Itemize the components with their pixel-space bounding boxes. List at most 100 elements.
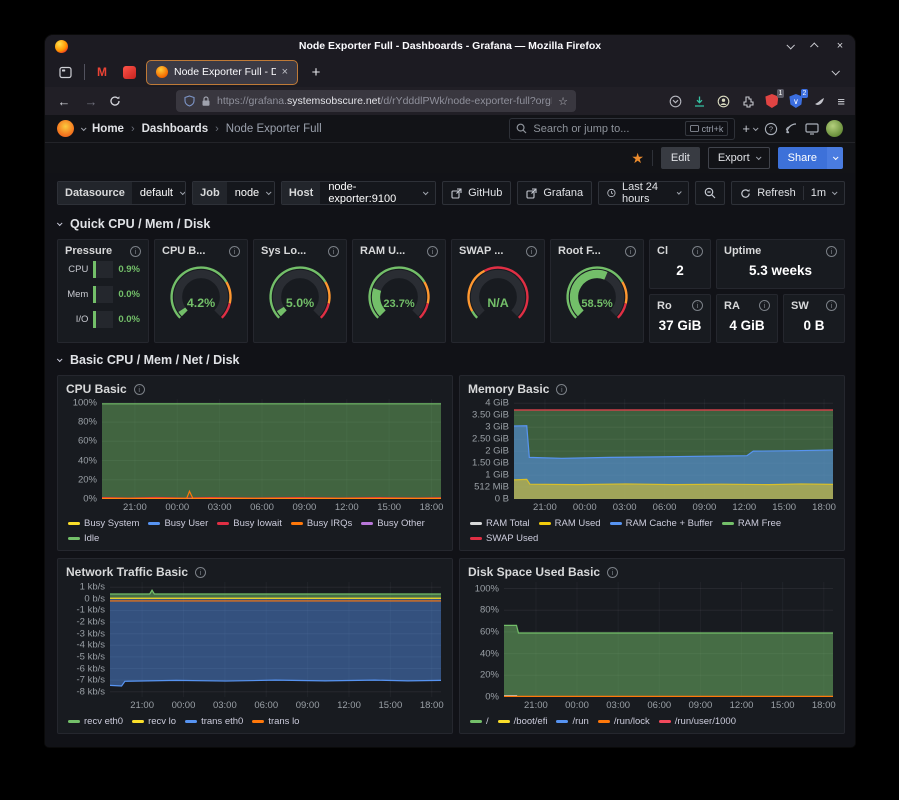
legend-item[interactable]: Busy IRQs (291, 516, 352, 531)
mega-menu-chevron-icon[interactable] (81, 125, 87, 131)
display-button[interactable] (805, 123, 819, 135)
section-quick-cpu-mem-disk[interactable]: Quick CPU / Mem / Disk (57, 217, 845, 231)
datasource-variable[interactable]: Datasource default (57, 181, 186, 205)
panel-swap-total[interactable]: SWi 0 B (783, 294, 845, 344)
info-icon[interactable]: i (526, 246, 537, 257)
legend-item[interactable]: /boot/efi (498, 714, 548, 729)
info-icon[interactable]: i (692, 300, 703, 311)
time-range-picker[interactable]: Last 24 hours (598, 181, 689, 205)
firefox-view-button[interactable] (53, 61, 77, 83)
export-button[interactable]: Export (708, 147, 770, 169)
legend-item[interactable]: recv eth0 (68, 714, 123, 729)
info-icon[interactable]: i (130, 246, 141, 257)
breadcrumb-home[interactable]: Home (92, 123, 124, 135)
legend-item[interactable]: Busy User (148, 516, 208, 531)
downloads-icon[interactable] (693, 95, 706, 108)
panel-pressure[interactable]: Pressurei CPU 0.9% Mem 0.0% I/O (57, 239, 149, 343)
plot-area[interactable] (504, 582, 833, 697)
reload-button[interactable] (109, 95, 127, 107)
pinned-tab-gmail[interactable]: M (92, 61, 112, 83)
legend-item[interactable]: / (470, 714, 489, 729)
search-input[interactable]: Search or jump to... ctrl+k (509, 118, 735, 140)
legend-item[interactable]: trans lo (252, 714, 299, 729)
panel-cpu-basic[interactable]: CPU Basici 100%80%60%40%20%0% 21:0000:00… (57, 375, 453, 551)
info-icon[interactable]: i (328, 246, 339, 257)
active-tab[interactable]: Node Exporter Full - Dashbo × (146, 60, 298, 85)
info-icon[interactable]: i (625, 246, 636, 257)
help-button[interactable]: ? (764, 122, 778, 136)
github-link-button[interactable]: GitHub (442, 181, 511, 205)
new-tab-button[interactable]: + (305, 64, 327, 81)
info-icon[interactable]: i (826, 246, 837, 257)
plot-area[interactable] (514, 399, 833, 499)
plot-area[interactable] (110, 582, 441, 697)
legend-item[interactable]: RAM Used (539, 516, 601, 531)
minimize-button[interactable] (785, 41, 795, 51)
panel-cpu-busy[interactable]: CPU B...i 4.2% (154, 239, 248, 343)
close-button[interactable]: × (835, 41, 845, 51)
forward-button[interactable]: → (82, 94, 100, 109)
news-button[interactable] (785, 122, 798, 135)
legend-item[interactable]: Idle (68, 531, 99, 546)
pocket-icon[interactable] (669, 95, 682, 108)
panel-cpu-cores[interactable]: Cli 2 (649, 239, 711, 289)
host-value[interactable]: node-exporter:9100 (320, 182, 435, 204)
legend-item[interactable]: SWAP Used (470, 531, 538, 546)
share-dropdown-button[interactable] (827, 147, 843, 169)
job-variable[interactable]: Job node (192, 181, 275, 205)
share-button[interactable]: Share (778, 147, 827, 169)
legend-item[interactable]: Busy System (68, 516, 139, 531)
grafana-logo-icon[interactable] (57, 120, 74, 137)
panel-rootfs-total[interactable]: Roi 37 GiB (649, 294, 711, 344)
panel-sys-load[interactable]: Sys Lo...i 5.0% (253, 239, 347, 343)
bookmark-star-icon[interactable]: ☆ (558, 95, 568, 108)
maximize-button[interactable] (810, 41, 820, 51)
zoom-out-button[interactable] (695, 181, 725, 205)
adblock-extension-button[interactable]: 1 (765, 94, 778, 108)
panel-uptime[interactable]: Uptimei 5.3 weeks (716, 239, 845, 289)
extensions-puzzle-icon[interactable] (741, 95, 754, 108)
legend-item[interactable]: Busy Other (361, 516, 425, 531)
job-value[interactable]: node (227, 182, 275, 204)
info-icon[interactable]: i (826, 300, 837, 311)
back-button[interactable]: ← (55, 94, 73, 109)
containers-icon[interactable] (813, 95, 826, 108)
panel-disk-space-used-basic[interactable]: Disk Space Used Basici 100%80%60%40%20%0… (459, 558, 845, 734)
info-icon[interactable]: i (759, 300, 770, 311)
legend-item[interactable]: Busy Iowait (217, 516, 282, 531)
info-icon[interactable]: i (134, 384, 145, 395)
edit-button[interactable]: Edit (661, 147, 700, 169)
legend-item[interactable]: RAM Free (722, 516, 781, 531)
panel-swap-used[interactable]: SWAP ...i N/A (451, 239, 545, 343)
favorite-star-icon[interactable]: ★ (631, 150, 644, 167)
user-avatar[interactable] (826, 120, 843, 137)
panel-memory-basic[interactable]: Memory Basici 4 GiB3.50 GiB3 GiB2.50 GiB… (459, 375, 845, 551)
plot-area[interactable] (102, 399, 441, 499)
tab-close-icon[interactable]: × (282, 66, 288, 78)
info-icon[interactable]: i (692, 246, 703, 257)
info-icon[interactable]: i (607, 567, 618, 578)
panel-ram-total[interactable]: RAi 4 GiB (716, 294, 778, 344)
datasource-value[interactable]: default (132, 182, 186, 204)
legend-item[interactable]: trans eth0 (185, 714, 243, 729)
list-all-tabs-button[interactable] (823, 61, 847, 83)
info-icon[interactable]: i (427, 246, 438, 257)
section-basic-cpu-mem-net-disk[interactable]: Basic CPU / Mem / Net / Disk (57, 353, 845, 367)
panel-network-traffic-basic[interactable]: Network Traffic Basici 1 kb/s0 b/s-1 kb/… (57, 558, 453, 734)
legend-item[interactable]: RAM Total (470, 516, 530, 531)
menu-hamburger-icon[interactable]: ≡ (837, 94, 845, 109)
info-icon[interactable]: i (556, 384, 567, 395)
legend-item[interactable]: /run/user/1000 (659, 714, 736, 729)
host-variable[interactable]: Host node-exporter:9100 (281, 181, 436, 205)
legend-item[interactable]: /run (556, 714, 588, 729)
pinned-tab-red-app[interactable] (119, 61, 139, 83)
add-new-button[interactable]: + (742, 121, 757, 136)
legend-item[interactable]: recv lo (132, 714, 176, 729)
account-icon[interactable] (717, 95, 730, 108)
url-bar[interactable]: https://grafana.systemsobscure.net/d/rYd… (176, 90, 576, 112)
window-titlebar[interactable]: Node Exporter Full - Dashboards - Grafan… (45, 35, 855, 57)
info-icon[interactable]: i (229, 246, 240, 257)
panel-root-fs[interactable]: Root F...i 58.5% (550, 239, 644, 343)
panel-ram-used[interactable]: RAM U...i 23.7% (352, 239, 446, 343)
password-extension-button[interactable]: ∨ 2 (789, 94, 802, 108)
